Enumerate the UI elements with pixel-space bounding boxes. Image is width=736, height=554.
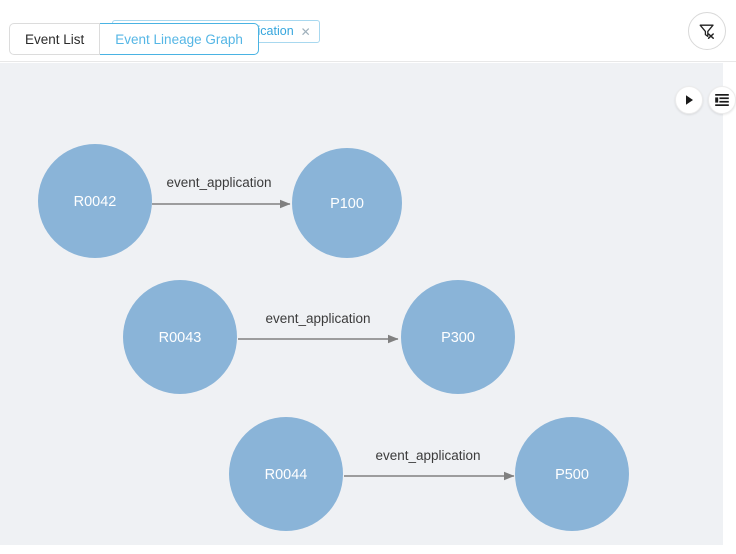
play-button[interactable] [675, 86, 703, 114]
graph-node[interactable]: P100 [292, 148, 402, 258]
node-circle[interactable] [515, 417, 629, 531]
tab-event-list[interactable]: Event List [9, 23, 101, 55]
play-icon [686, 95, 693, 105]
tab-event-lineage-graph[interactable]: Event Lineage Graph [100, 23, 259, 55]
graph-node[interactable]: R0042 [38, 144, 152, 258]
node-circle[interactable] [123, 280, 237, 394]
node-circle[interactable] [292, 148, 402, 258]
graph-node[interactable]: P300 [401, 280, 515, 394]
clear-filters-button[interactable] [688, 12, 726, 50]
node-circle[interactable] [401, 280, 515, 394]
view-tabs: Event List Event Lineage Graph [9, 23, 259, 55]
filter-remove-icon [699, 24, 714, 39]
node-circle[interactable] [38, 144, 152, 258]
graph-node[interactable]: P500 [515, 417, 629, 531]
close-icon[interactable]: ✕ [301, 26, 311, 38]
node-circle[interactable] [229, 417, 343, 531]
legend-button[interactable] [708, 86, 736, 114]
list-icon [715, 94, 729, 106]
graph-node[interactable]: R0044 [229, 417, 343, 531]
graph-node[interactable]: R0043 [123, 280, 237, 394]
